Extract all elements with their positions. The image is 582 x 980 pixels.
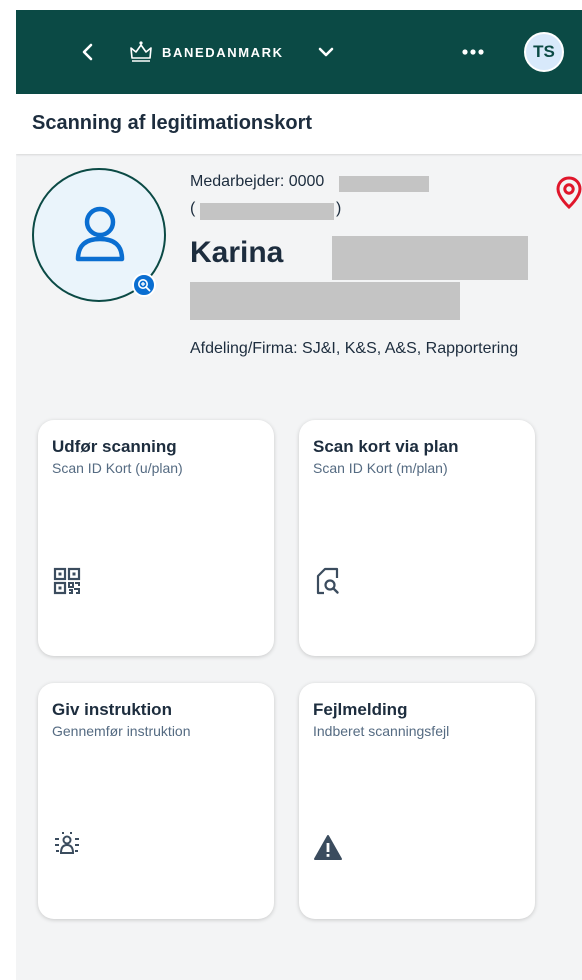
group-person-icon bbox=[55, 832, 79, 854]
tile-scan-kort-via-plan[interactable]: Scan kort via plan Scan ID Kort (m/plan) bbox=[299, 420, 535, 656]
chevron-down-icon[interactable] bbox=[312, 38, 340, 66]
employee-first-name: Karina bbox=[190, 236, 284, 269]
redacted-line bbox=[190, 282, 460, 320]
top-bar: BANEDANMARK TS bbox=[16, 10, 582, 94]
user-avatar[interactable]: TS bbox=[524, 32, 564, 72]
tile-subtitle: Indberet scanningsfejl bbox=[313, 723, 450, 739]
redacted-surname bbox=[332, 236, 528, 280]
tile-title: Giv instruktion bbox=[52, 700, 172, 719]
tile-title: Scan kort via plan bbox=[313, 437, 459, 456]
back-icon[interactable] bbox=[74, 38, 102, 66]
tile-subtitle: Gennemfør instruktion bbox=[52, 723, 191, 739]
title-bar: Scanning af legitimationskort bbox=[16, 94, 582, 154]
qr-code-icon bbox=[53, 567, 81, 595]
redacted-id bbox=[339, 176, 429, 192]
person-icon bbox=[75, 206, 125, 262]
tile-giv-instruktion[interactable]: Giv instruktion Gennemfør instruktion bbox=[38, 683, 274, 919]
more-icon[interactable] bbox=[456, 40, 490, 64]
zoom-in-icon[interactable] bbox=[132, 273, 156, 297]
crown-icon bbox=[130, 41, 152, 62]
employee-id: Medarbejder: 0000 bbox=[190, 173, 325, 190]
app-frame: BANEDANMARK TS Scanning af legitimations… bbox=[16, 10, 582, 980]
tile-udfor-scanning[interactable]: Udfør scanning Scan ID Kort (u/plan) bbox=[38, 420, 274, 656]
brand-logo[interactable]: BANEDANMARK bbox=[128, 36, 284, 68]
warning-icon bbox=[314, 835, 342, 860]
location-pin-icon[interactable] bbox=[556, 176, 582, 210]
tile-subtitle: Scan ID Kort (u/plan) bbox=[52, 460, 183, 476]
tile-title: Fejlmelding bbox=[313, 700, 408, 719]
tile-subtitle: Scan ID Kort (m/plan) bbox=[313, 460, 448, 476]
employee-department: Afdeling/Firma: SJ&I, K&S, A&S, Rapporte… bbox=[190, 340, 519, 357]
document-search-icon bbox=[316, 567, 339, 595]
paren-open: ( bbox=[190, 200, 196, 217]
tile-title: Udfør scanning bbox=[52, 437, 177, 456]
tile-fejlmelding[interactable]: Fejlmelding Indberet scanningsfejl bbox=[299, 683, 535, 919]
page-title: Scanning af legitimationskort bbox=[32, 112, 313, 134]
redacted-detail bbox=[200, 203, 334, 220]
paren-close: ) bbox=[336, 200, 342, 217]
brand-name: BANEDANMARK bbox=[162, 44, 284, 60]
